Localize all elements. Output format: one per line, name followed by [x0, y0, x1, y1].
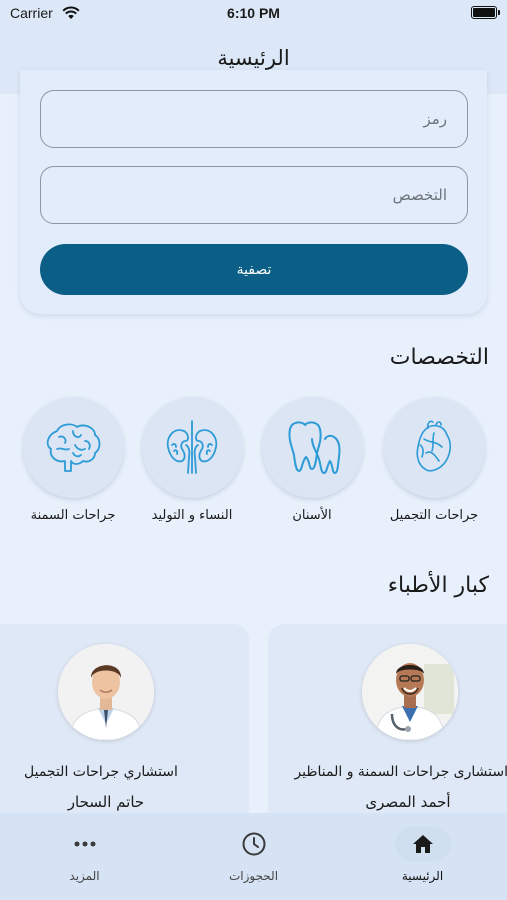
- filter-button[interactable]: تصفية: [40, 244, 468, 295]
- tab-bookings[interactable]: الحجوزات: [169, 813, 338, 900]
- filter-card: تصفية: [20, 70, 487, 314]
- specialty-label: الأسنان: [292, 508, 332, 523]
- code-input[interactable]: [41, 91, 467, 147]
- top-doctors-title: كبار الأطباء: [387, 573, 489, 598]
- doctor-avatar: [58, 644, 154, 740]
- doctor-name: أحمد المصرى: [365, 793, 451, 811]
- clock-time: 6:10 PM: [227, 5, 280, 21]
- doctor-title: استشاري جراحات التجميل: [24, 764, 178, 780]
- home-icon: [412, 835, 433, 853]
- doctor-card[interactable]: استشاري جراحات التجميل حاتم السحار: [0, 624, 249, 824]
- heart-icon: [416, 420, 452, 472]
- kidneys-icon: [166, 420, 218, 474]
- specialty-label: النساء و التوليد: [151, 508, 233, 523]
- tooth-icon: [288, 421, 341, 474]
- specialty-field[interactable]: [40, 166, 468, 224]
- more-icon: [74, 841, 95, 847]
- doctor-name: حاتم السحار: [67, 793, 145, 811]
- code-field[interactable]: [40, 90, 468, 148]
- tab-bookings-label: الحجوزات: [228, 869, 279, 883]
- clock-icon: [242, 832, 265, 856]
- specialty-input[interactable]: [41, 167, 467, 223]
- tab-bar: الرئيسية الحجوزات المزيد: [0, 813, 507, 900]
- status-bar: Carrier 6:10 PM: [0, 0, 507, 30]
- doctor-title: استشارى جراحات السمنة و المناظير: [294, 764, 507, 780]
- specialty-label: جراحات التجميل: [389, 508, 479, 523]
- tab-home-label: الرئيسية: [401, 869, 444, 883]
- specialty-label: جراحات السمنة: [30, 508, 116, 523]
- page-title: الرئيسية: [217, 46, 290, 70]
- specialties-title: التخصصات: [389, 345, 489, 370]
- tab-home[interactable]: الرئيسية: [338, 813, 507, 900]
- doctor-avatar: [362, 644, 458, 740]
- battery-icon: [471, 6, 500, 19]
- brain-icon: [46, 423, 101, 472]
- doctor-card[interactable]: استشارى جراحات السمنة و المناظير أحمد ال…: [268, 624, 507, 824]
- tab-more-label: المزيد: [69, 869, 100, 883]
- tab-more[interactable]: المزيد: [0, 813, 169, 900]
